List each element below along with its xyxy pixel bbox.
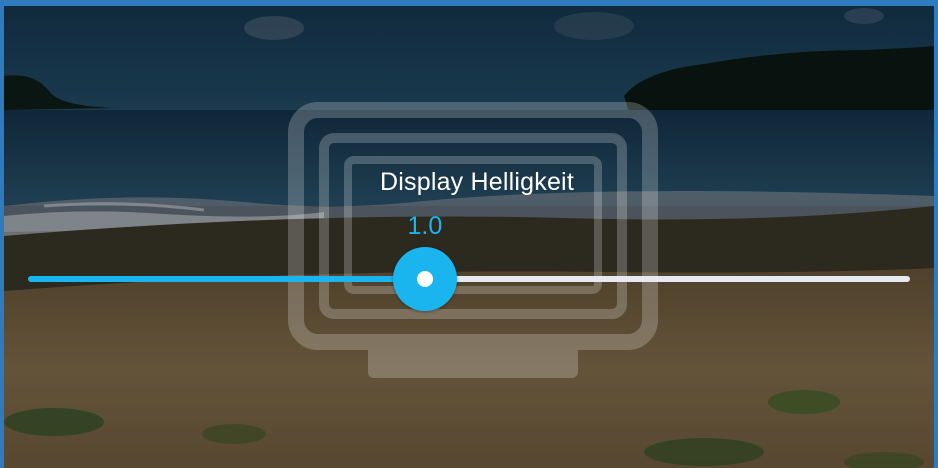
brightness-value-label: 1.0 <box>407 212 443 240</box>
brightness-overlay-screen: Display Helligkeit 1.0 <box>0 0 938 468</box>
slider-track-inactive[interactable] <box>424 276 910 282</box>
slider-track-active[interactable] <box>28 276 425 282</box>
slider-thumb[interactable] <box>392 247 457 311</box>
slider-thumb-dot <box>416 271 433 287</box>
brightness-title: Display Helligkeit <box>4 168 934 197</box>
brightness-slider[interactable]: 1.0 <box>24 212 914 312</box>
brightness-title-text: Display Helligkeit <box>380 168 574 196</box>
